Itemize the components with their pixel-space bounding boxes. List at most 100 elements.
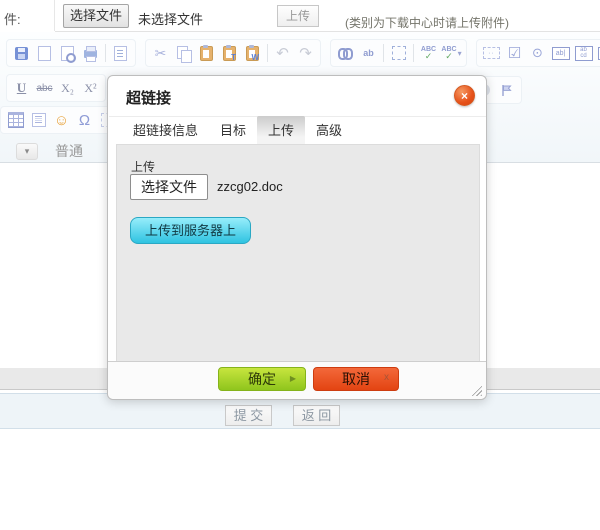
upload-button[interactable]: 上传: [277, 5, 319, 27]
new-page-icon: [38, 46, 51, 61]
dialog-tabs: 超链接信息 目标 上传 高级: [122, 120, 353, 144]
checkbox-icon: ☑: [508, 44, 521, 62]
attachment-bar: 件: 选择文件 未选择文件 上传 (类别为下载中心时请上传附件): [0, 0, 600, 32]
toolbar-group-document: [6, 39, 136, 67]
find-button[interactable]: [334, 42, 357, 64]
redo-button[interactable]: ↷: [294, 42, 317, 64]
paste-word-button[interactable]: W: [241, 42, 264, 64]
no-file-selected-text: 未选择文件: [138, 9, 203, 28]
save-button[interactable]: [10, 42, 33, 64]
underline-icon: U: [17, 80, 26, 96]
horizontal-rule-button[interactable]: [27, 109, 50, 131]
horizontal-rule-icon: [32, 113, 46, 127]
replace-icon: ab: [363, 48, 374, 58]
hidden-field-icon: ··: [483, 47, 500, 59]
chevron-down-icon: ▾: [458, 49, 462, 58]
format-combo-value[interactable]: 普通: [55, 141, 83, 161]
print-icon: [84, 50, 97, 58]
chevron-down-icon: ▾: [25, 146, 30, 157]
toolbar-group-clipboard: ✂ T W ↶ ↷: [145, 39, 321, 67]
text-field-button[interactable]: ab|: [549, 42, 572, 64]
print-button[interactable]: [79, 42, 102, 64]
cut-icon: ✂: [155, 45, 167, 62]
cancel-x-icon: x: [384, 373, 389, 383]
close-button[interactable]: ×: [454, 85, 475, 106]
new-page-button[interactable]: [33, 42, 56, 64]
select-all-icon: [392, 46, 406, 60]
paste-text-button[interactable]: T: [218, 42, 241, 64]
strikethrough-icon: abc: [36, 83, 52, 94]
omega-icon: Ω: [79, 112, 90, 129]
copy-button[interactable]: [172, 42, 195, 64]
preview-icon: [61, 46, 74, 61]
checkbox-button[interactable]: ☑: [503, 42, 526, 64]
toolbar-group-find: ab ABC ✓ ABC ✓ ▾: [330, 39, 467, 67]
tab-advanced[interactable]: 高级: [305, 116, 353, 144]
hidden-field-button[interactable]: ··: [480, 42, 503, 64]
upload-note: (类别为下载中心时请上传附件): [345, 14, 509, 31]
return-button[interactable]: 返 回: [293, 405, 340, 426]
templates-button[interactable]: [109, 42, 132, 64]
dialog-choose-file-button[interactable]: 选择文件: [130, 174, 208, 200]
copy-icon: [177, 46, 188, 59]
superscript-button[interactable]: X²: [79, 77, 102, 99]
redo-icon: ↷: [299, 44, 312, 62]
divider: [383, 44, 384, 62]
paste-icon: [200, 46, 213, 61]
preview-button[interactable]: [56, 42, 79, 64]
cut-button[interactable]: ✂: [149, 42, 172, 64]
smiley-button[interactable]: ☺: [50, 109, 73, 131]
select-all-button[interactable]: [387, 42, 410, 64]
divider: [105, 44, 106, 62]
special-char-button[interactable]: Ω: [73, 109, 96, 131]
table-button[interactable]: [4, 109, 27, 131]
undo-button[interactable]: ↶: [271, 42, 294, 64]
paste-word-icon: W: [246, 46, 259, 61]
dialog-footer: 确定 ▶ 取消 x: [108, 361, 486, 399]
underline-button[interactable]: U: [10, 77, 33, 99]
divider: [413, 44, 414, 62]
subscript-icon: X₂: [61, 81, 74, 96]
resize-handle[interactable]: [469, 383, 482, 396]
find-icon: [338, 48, 353, 58]
strikethrough-button[interactable]: abc: [33, 77, 56, 99]
subscript-button[interactable]: X₂: [56, 77, 79, 99]
format-combo-arrow-button[interactable]: ▾: [16, 143, 38, 160]
spell-check-menu-button[interactable]: ABC ✓ ▾: [440, 42, 463, 64]
upload-to-server-button[interactable]: 上传到服务器上: [130, 217, 251, 244]
attachment-label: 件:: [4, 9, 21, 28]
tab-target[interactable]: 目标: [209, 116, 257, 144]
divider: [54, 0, 55, 31]
choose-file-button[interactable]: 选择文件: [63, 4, 129, 28]
spell-check-menu-icon: ABC ✓: [441, 46, 456, 60]
toolbar-group-basicstyles: U abc X₂ X²: [6, 74, 106, 102]
tab-upload[interactable]: 上传: [257, 116, 305, 144]
tab-link-info[interactable]: 超链接信息: [122, 116, 209, 144]
flag-icon: [499, 83, 514, 98]
templates-icon: [114, 46, 127, 61]
smiley-icon: ☺: [54, 112, 69, 129]
ok-button[interactable]: 确定 ▶: [218, 367, 306, 391]
hyperlink-dialog: 超链接 × 超链接信息 目标 上传 高级 上传 选择文件 zzcg02.doc …: [107, 75, 487, 400]
spell-check-icon: ABC ✓: [421, 46, 436, 60]
toolbar-group-forms: ·· ☑ ⊙ ab| ab cd: [476, 39, 600, 67]
spell-check-button[interactable]: ABC ✓: [417, 42, 440, 64]
toolbar-group-insert: ☺ Ω: [0, 106, 123, 134]
replace-button[interactable]: ab: [357, 42, 380, 64]
textarea-button[interactable]: ab cd: [572, 42, 595, 64]
selected-filename: zzcg02.doc: [217, 179, 283, 194]
paste-text-icon: T: [223, 46, 236, 61]
select-field-button[interactable]: [595, 42, 600, 64]
flag-button[interactable]: [495, 79, 518, 101]
superscript-icon: X²: [84, 81, 96, 96]
divider: [267, 44, 268, 62]
cancel-button[interactable]: 取消 x: [313, 367, 399, 391]
text-field-icon: ab|: [552, 47, 570, 60]
submit-button[interactable]: 提 交: [225, 405, 272, 426]
undo-icon: ↶: [276, 44, 289, 62]
table-icon: [8, 112, 24, 128]
close-icon: ×: [461, 90, 468, 102]
radio-button[interactable]: ⊙: [526, 42, 549, 64]
paste-button[interactable]: [195, 42, 218, 64]
save-icon: [15, 47, 28, 60]
